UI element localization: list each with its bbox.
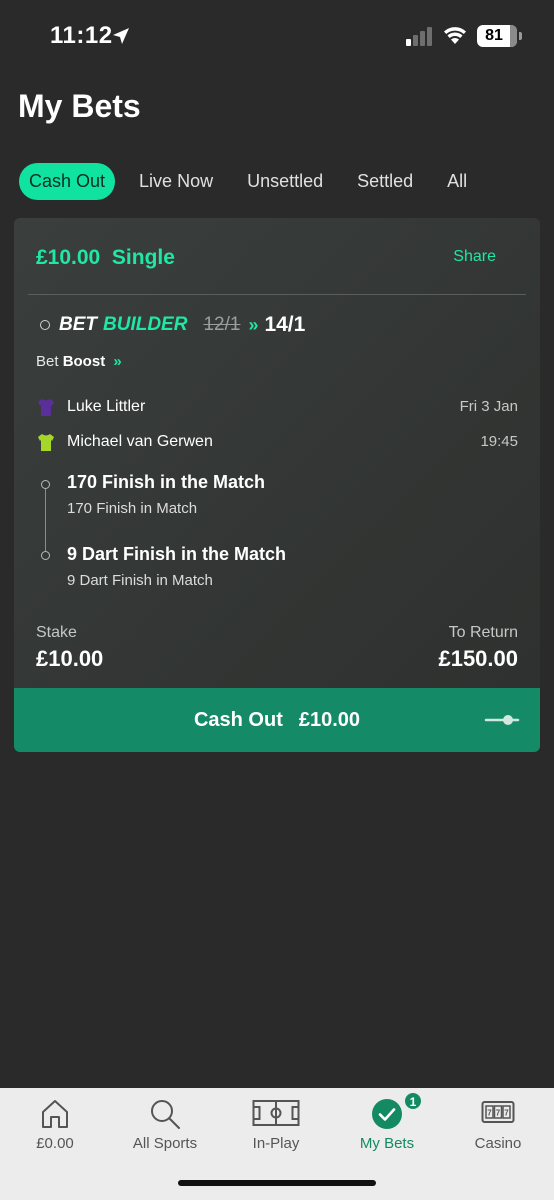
cash-out-value: £10.00	[298, 708, 361, 731]
selection-title: 170 Finish in the Match	[67, 472, 266, 492]
location-arrow-icon	[113, 28, 129, 44]
notification-badge: 1	[404, 1092, 422, 1110]
tab-cash-out[interactable]: Cash Out	[19, 163, 116, 200]
cash-out-button[interactable]: Cash Out £10.00	[14, 688, 540, 752]
event-time: 19:45	[480, 433, 518, 450]
divider	[28, 294, 526, 295]
nav-casino[interactable]: 7 7 7 Casino	[443, 1088, 553, 1168]
pitch-icon	[252, 1100, 300, 1126]
player-row: Michael van Gerwen	[36, 431, 213, 453]
stake-label: Stake	[36, 624, 77, 641]
tab-all[interactable]: All	[437, 163, 477, 200]
bet-builder-label-builder: BUILDER	[103, 314, 188, 335]
nav-my-bets[interactable]: 1 My Bets	[332, 1088, 442, 1168]
nav-all-sports[interactable]: All Sports	[110, 1088, 220, 1168]
svg-text:7: 7	[504, 1109, 509, 1118]
home-indicator	[178, 1180, 376, 1186]
bet-builder-row: BET BUILDER 12/1 » 14/1	[40, 313, 305, 337]
partial-cashout-slider-icon[interactable]	[484, 712, 520, 728]
wifi-icon	[444, 27, 466, 44]
nav-home[interactable]: £0.00	[0, 1088, 110, 1168]
bet-boost-label: Bet Boost »	[36, 353, 122, 370]
boosted-odds: 14/1	[264, 313, 306, 336]
shirt-icon	[38, 399, 54, 416]
bet-builder-label-bet: BET	[59, 314, 97, 335]
share-button[interactable]: Share	[453, 248, 496, 266]
tab-settled[interactable]: Settled	[347, 163, 423, 200]
double-chevron-icon: »	[248, 314, 259, 335]
stake-value: £10.00	[36, 646, 104, 671]
nav-label: In-Play	[252, 1135, 300, 1152]
timeline-dot	[41, 480, 50, 489]
nav-label: All Sports	[132, 1135, 198, 1152]
battery-level: 81	[485, 27, 503, 44]
tab-live-now[interactable]: Live Now	[129, 163, 223, 200]
bet-card[interactable]: £10.00 Single Share BET BUILDER 12/1 » 1…	[14, 218, 540, 752]
to-return-label: To Return	[448, 624, 518, 641]
selection-timeline	[45, 482, 46, 556]
selection-subtitle: 170 Finish in Match	[67, 500, 198, 517]
player-name: Luke Littler	[67, 398, 146, 415]
selection-title: 9 Dart Finish in the Match	[67, 544, 287, 564]
double-chevron-icon: »	[113, 353, 122, 370]
svg-text:7: 7	[496, 1109, 501, 1118]
boost-word: Boost	[62, 353, 106, 370]
circle-icon	[40, 320, 50, 330]
slot-machine-icon: 7 7 7	[481, 1101, 515, 1123]
boost-prefix: Bet	[36, 353, 59, 370]
player-name: Michael van Gerwen	[67, 433, 213, 450]
selection-subtitle: 9 Dart Finish in Match	[67, 572, 213, 589]
bet-stake-type: £10.00 Single	[36, 246, 175, 269]
page-title: My Bets	[18, 88, 141, 124]
timeline-dot	[41, 551, 50, 560]
svg-text:7: 7	[487, 1109, 492, 1118]
check-circle-icon	[372, 1099, 402, 1129]
shirt-icon	[38, 434, 54, 451]
original-odds: 12/1	[203, 314, 241, 335]
bet-filter-tabs: Cash Out Live Now Unsettled Settled All	[19, 163, 491, 200]
status-bar: 11:12 81	[0, 0, 554, 70]
cash-out-label: Cash Out	[193, 708, 283, 731]
tab-unsettled[interactable]: Unsettled	[237, 163, 333, 200]
home-icon	[42, 1100, 68, 1128]
search-icon	[151, 1100, 180, 1129]
event-date: Fri 3 Jan	[459, 398, 518, 415]
nav-label: My Bets	[359, 1135, 415, 1152]
player-row: Luke Littler	[36, 396, 145, 418]
nav-label: £0.00	[36, 1135, 74, 1152]
nav-label: Casino	[474, 1135, 522, 1152]
to-return-value: £150.00	[438, 646, 518, 671]
cellular-signal-icon	[406, 27, 432, 46]
battery-icon: 81	[477, 25, 522, 47]
status-time: 11:12	[50, 22, 113, 49]
nav-in-play[interactable]: In-Play	[221, 1088, 331, 1168]
